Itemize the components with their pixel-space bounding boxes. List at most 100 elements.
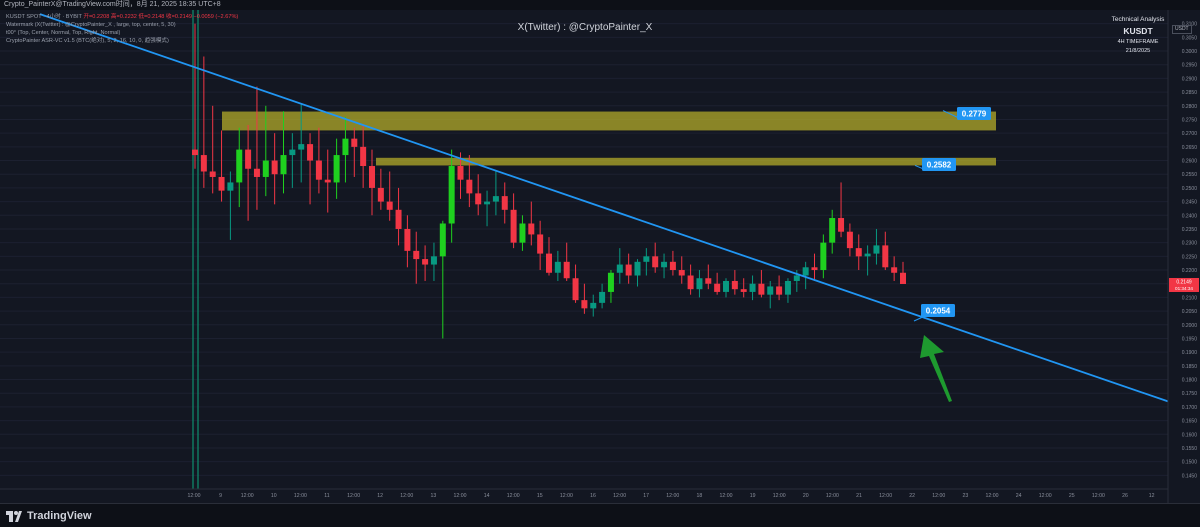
time-tick-label: 12:00 xyxy=(986,493,999,499)
candle xyxy=(333,138,340,199)
candle-body xyxy=(767,286,774,295)
candle xyxy=(369,149,375,216)
candle xyxy=(324,149,331,213)
price-tick-label: 0.1950 xyxy=(1182,336,1198,342)
candle xyxy=(829,209,836,254)
price-tick-label: 0.2750 xyxy=(1182,117,1198,123)
chart-topbar: Crypto_PainterX@TradingView.com时间，8月 21,… xyxy=(0,0,1200,10)
candle-body xyxy=(236,149,243,183)
time-tick-label: 19 xyxy=(750,493,756,499)
candle xyxy=(554,250,561,281)
candle xyxy=(820,234,827,279)
candle-body xyxy=(829,218,836,243)
candle-body xyxy=(820,242,827,271)
time-tick-label: 12:00 xyxy=(1092,493,1105,499)
time-tick-label: 12:00 xyxy=(507,493,520,499)
time-tick-label: 12:00 xyxy=(188,493,201,499)
resistance-zone xyxy=(222,111,996,131)
candle-body xyxy=(386,201,393,210)
candle-body xyxy=(227,182,234,191)
candle xyxy=(439,220,446,339)
candle xyxy=(749,275,756,301)
legend-watermark-indicator[interactable]: Watermark (X(Twitter) : @CryptoPainter_X… xyxy=(6,21,238,29)
candle-body xyxy=(484,201,491,205)
candle-body xyxy=(616,264,623,273)
candle xyxy=(625,253,632,284)
candle-body xyxy=(581,300,588,309)
time-tick-label: 12:00 xyxy=(932,493,945,499)
legend-symbol-row[interactable]: KUSDT SPOT · 4小时 · BYBIT 开=0.2208 高=0.22… xyxy=(6,13,238,21)
candle-body xyxy=(891,267,898,273)
price-tick-label: 0.1750 xyxy=(1182,391,1198,397)
price-axis: 0.31000.30500.30000.29500.29000.28500.28… xyxy=(1167,10,1200,503)
candle-body xyxy=(422,259,429,265)
price-tick-label: 0.1900 xyxy=(1182,350,1198,356)
candle-body xyxy=(546,253,552,273)
candle xyxy=(643,248,650,276)
legend-asr-indicator[interactable]: CryptoPainter ASR-VC v1.5 (BTC(绝对), 5, 2… xyxy=(6,37,238,45)
tag-value: 0.2779 xyxy=(962,110,987,119)
price-tick-label: 0.2900 xyxy=(1182,76,1198,82)
candle-body xyxy=(687,275,694,290)
candle xyxy=(590,294,597,317)
candle-body xyxy=(289,149,296,156)
price-tick-label: 0.2250 xyxy=(1182,254,1198,260)
candle-body xyxy=(466,179,473,194)
legend-text-indicator[interactable]: t00° (Top, Center, Normal, Top, Right, N… xyxy=(6,29,238,37)
chart-page: { "header": { "topbar_text": "Crypto_Pai… xyxy=(0,0,1200,527)
candle xyxy=(200,56,207,188)
price-tick-label: 0.2800 xyxy=(1182,104,1198,110)
candle xyxy=(351,127,358,177)
time-axis: 12:00 9 12:00 10 12:00 11 12:00 12 12:00 13 12:00 1… xyxy=(0,488,1168,499)
tradingview-brand: TradingView xyxy=(27,510,92,522)
price-tick-label: 0.2600 xyxy=(1182,159,1198,165)
time-tick-label: 26 xyxy=(1122,493,1128,499)
candle xyxy=(767,280,774,309)
candle-body xyxy=(333,155,340,183)
analysis-timeframe: 4H TIMEFRAME xyxy=(1117,39,1159,45)
candle-body xyxy=(882,245,889,268)
watermark-text: X(Twitter) : @CryptoPainter_X xyxy=(517,22,653,33)
time-tick-label: 12:00 xyxy=(879,493,892,499)
currency-tag[interactable]: USDT xyxy=(1172,25,1192,34)
candle-body xyxy=(696,278,703,290)
candle xyxy=(669,250,676,276)
price-label-tag: 0.2054 xyxy=(913,304,955,322)
candle-body xyxy=(537,234,544,254)
analysis-date: 21/8/2025 xyxy=(1125,48,1151,54)
candle-body xyxy=(900,272,906,284)
grid-lines xyxy=(0,10,1168,489)
candle-body xyxy=(714,283,721,292)
price-tick-label: 0.1800 xyxy=(1182,378,1198,384)
trendline xyxy=(39,13,1169,403)
last-price-tag: 0.214901:34:34 xyxy=(1169,277,1199,292)
time-tick-label: 13 xyxy=(431,493,437,499)
candle xyxy=(253,86,260,210)
candle-body xyxy=(342,138,349,156)
candle-body xyxy=(838,218,845,232)
tradingview-logo[interactable]: TradingView xyxy=(6,510,92,522)
candle-body xyxy=(678,270,685,276)
time-tick-label: 12:00 xyxy=(294,493,307,499)
candle xyxy=(581,283,588,314)
price-tick-label: 0.2400 xyxy=(1182,213,1198,219)
candlestick-chart: 0.27790.25820.2054 0.31000.30500.30000.2… xyxy=(0,10,1200,503)
candle xyxy=(705,264,712,290)
price-tick-label: 0.2550 xyxy=(1182,172,1198,178)
price-tick-label: 0.2350 xyxy=(1182,227,1198,233)
time-tick-label: 25 xyxy=(1069,493,1075,499)
price-tick-label: 0.1500 xyxy=(1182,460,1198,466)
last-price-countdown: 01:34:34 xyxy=(1175,286,1193,291)
candle xyxy=(634,259,641,287)
candle xyxy=(360,124,367,188)
candle-body xyxy=(634,261,641,276)
price-tags: 0.2779 0.2582 0.2054 xyxy=(913,107,991,322)
candle-body xyxy=(413,250,420,260)
candle-body xyxy=(192,149,198,156)
time-tick-label: 21 xyxy=(856,493,862,499)
legend-ohlc: 开=0.2208 高=0.2232 低=0.2148 收=0.2149 −0.0… xyxy=(83,14,239,20)
candle xyxy=(838,182,845,238)
arrow-up-annotation xyxy=(920,335,952,402)
price-tick-label: 0.2100 xyxy=(1182,295,1198,301)
candle xyxy=(475,174,482,216)
